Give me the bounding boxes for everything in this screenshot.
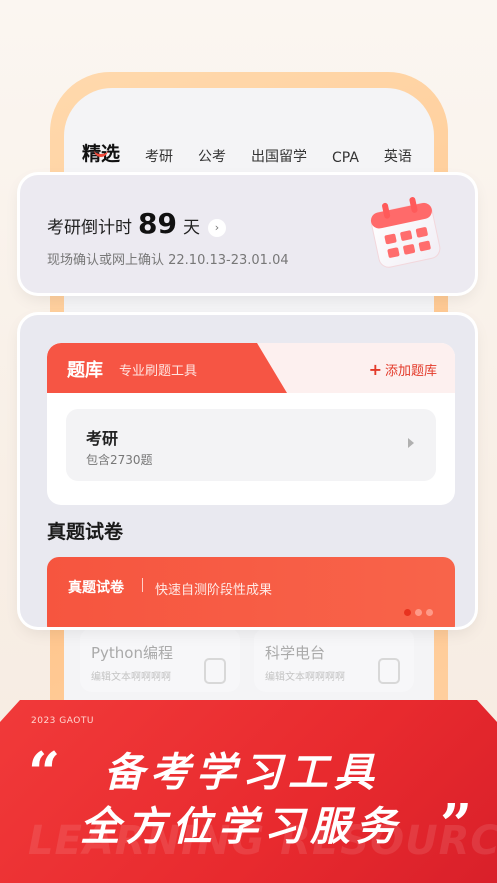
- tab-kaoyan[interactable]: 考研: [145, 146, 173, 166]
- exam-countdown-card[interactable]: 考研倒计时 89 天 › 现场确认或网上确认 22.10.13-23.01.04: [20, 175, 475, 293]
- course-card-title: Python编程: [91, 644, 173, 662]
- countdown-subtitle: 现场确认或网上确认 22.10.13-23.01.04: [47, 253, 289, 268]
- course-card-science-radio[interactable]: 科学电台 编辑文本啊啊啊啊: [254, 628, 414, 692]
- bank-item-count: 包含2730题: [86, 453, 153, 467]
- question-bank-panel: 题库 专业刷题工具 + 添加题库 考研 包含2730题 真题试卷 真题试卷 快速自…: [20, 315, 475, 627]
- promo-banner: 2023 GAOTU LEARNING RESOURCES “ 备考学习工具 全…: [0, 700, 497, 883]
- add-bank-label: 添加题库: [384, 364, 437, 379]
- chevron-right-icon[interactable]: ›: [207, 219, 226, 237]
- course-card-subtitle: 编辑文本啊啊啊啊: [91, 672, 171, 683]
- carousel-dot[interactable]: [426, 609, 433, 616]
- course-card-python[interactable]: Python编程 编辑文本啊啊啊啊: [80, 628, 240, 692]
- bank-item-title: 考研: [86, 429, 119, 448]
- bank-subtitle: 专业刷题工具: [119, 364, 198, 379]
- tab-english[interactable]: 英语: [384, 146, 412, 166]
- bank-title: 题库: [67, 360, 103, 381]
- category-tabs: 精选 考研 公考 出国留学 CPA 英语: [82, 126, 434, 166]
- exam-banner[interactable]: 真题试卷 快速自测阶段性成果: [47, 557, 455, 627]
- promo-headline-2: 全方位学习服务: [80, 804, 402, 850]
- clipboard-icon: [204, 658, 226, 684]
- clipboard-icon: [378, 658, 400, 684]
- countdown-label: 考研倒计时: [47, 218, 132, 238]
- carousel-dot[interactable]: [404, 609, 411, 616]
- tab-study-abroad[interactable]: 出国留学: [251, 146, 307, 166]
- add-question-bank-button[interactable]: + 添加题库: [369, 360, 437, 379]
- carousel-dot[interactable]: [415, 609, 422, 616]
- calendar-icon: [370, 197, 441, 268]
- promo-year: 2023 GAOTU: [31, 716, 94, 726]
- question-bank-card: 题库 专业刷题工具 + 添加题库 考研 包含2730题: [47, 343, 455, 505]
- bank-item-kaoyan[interactable]: 考研 包含2730题: [66, 409, 436, 481]
- quote-close-icon: ”: [440, 792, 473, 858]
- course-card-subtitle: 编辑文本啊啊啊啊: [265, 672, 345, 683]
- countdown-title: 考研倒计时 89 天 ›: [47, 207, 226, 240]
- exam-banner-title: 真题试卷: [68, 580, 124, 596]
- divider: [142, 578, 143, 592]
- countdown-unit: 天: [182, 218, 200, 238]
- promo-headline-1: 备考学习工具: [104, 750, 380, 796]
- quote-open-icon: “: [28, 740, 61, 806]
- carousel-dots: [404, 609, 433, 616]
- exam-section-title: 真题试卷: [47, 521, 124, 543]
- play-arrow-icon: [408, 438, 414, 448]
- exam-banner-subtitle: 快速自测阶段性成果: [155, 583, 273, 598]
- tab-cpa[interactable]: CPA: [332, 150, 359, 166]
- countdown-days: 89: [138, 207, 177, 240]
- plus-icon: +: [368, 360, 382, 379]
- course-card-title: 科学电台: [265, 644, 326, 662]
- tab-gongkao[interactable]: 公考: [198, 146, 226, 166]
